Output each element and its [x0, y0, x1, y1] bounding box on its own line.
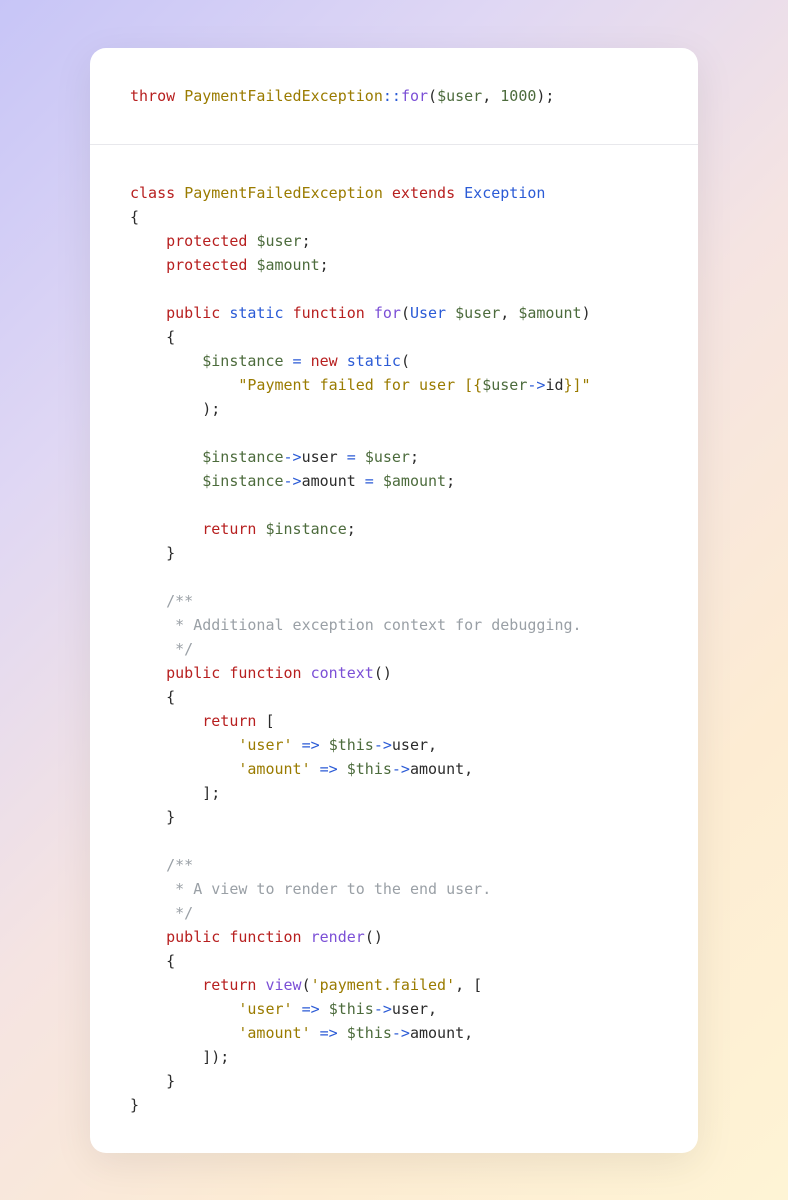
code-block-top: throw PaymentFailedException::for($user,… [90, 48, 698, 144]
code-card: throw PaymentFailedException::for($user,… [90, 48, 698, 1153]
code-block-bottom: class PaymentFailedException extends Exc… [90, 145, 698, 1153]
code-snippet-class: class PaymentFailedException extends Exc… [130, 181, 658, 1117]
code-snippet-throw: throw PaymentFailedException::for($user,… [130, 84, 658, 108]
